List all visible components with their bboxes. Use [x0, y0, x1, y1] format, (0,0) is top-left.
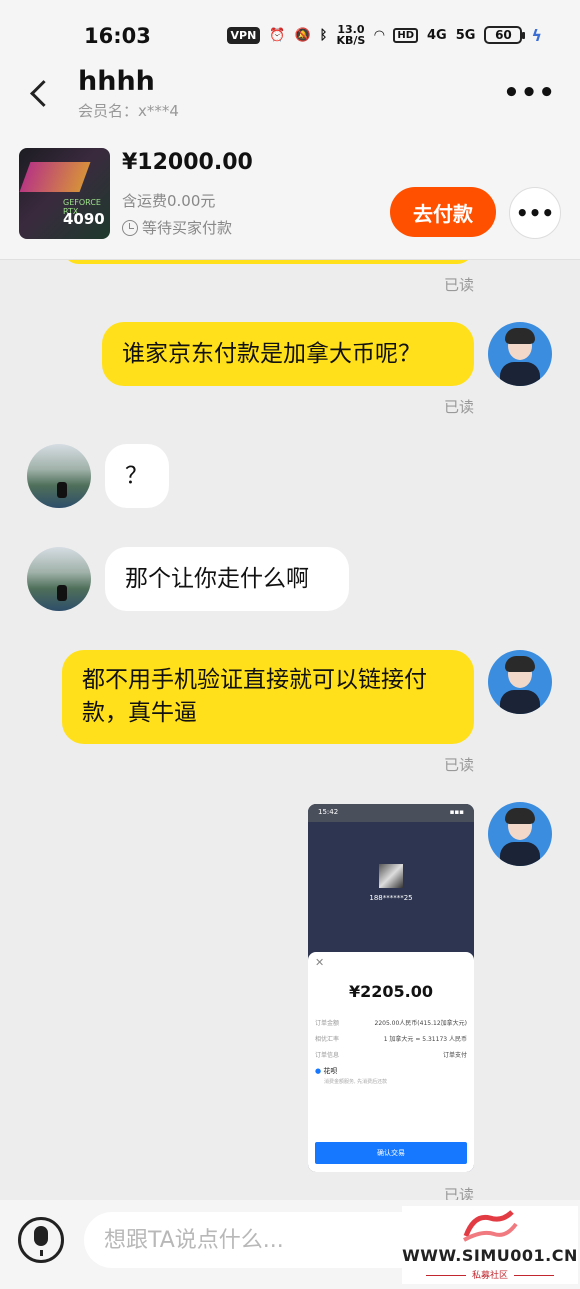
screenshot-avatar: [379, 864, 403, 888]
product-price: ¥12000.00: [122, 150, 253, 175]
message-bubble-contact[interactable]: ？: [105, 444, 169, 508]
bluetooth-icon: ᛒ: [319, 27, 328, 43]
mute-icon: 🔕: [294, 27, 311, 43]
my-avatar[interactable]: [488, 322, 552, 386]
thumbnail-model: 4090: [63, 210, 105, 228]
signal-4g-icon: 4G: [427, 27, 447, 43]
watermark-url: WWW.SIMU001.CN: [402, 1246, 578, 1265]
watermark: WWW.SIMU001.CN 私募社区: [402, 1206, 578, 1284]
read-receipt: 已读: [444, 1186, 475, 1200]
signal-5g-icon: 5G: [455, 27, 476, 43]
product-more-button[interactable]: •••: [509, 187, 561, 239]
huabei-icon: ●: [315, 1067, 322, 1075]
close-icon: ✕: [315, 956, 325, 969]
hd-icon: HD: [393, 27, 418, 43]
order-status: 等待买家付款: [122, 217, 232, 238]
wifi-icon: ◠: [374, 27, 385, 43]
vpn-icon: VPN: [226, 26, 261, 44]
product-thumbnail[interactable]: GEFORCE RTX 4090: [19, 148, 110, 239]
payment-amount: ¥2205.00: [348, 982, 433, 1001]
alarm-icon: ⏰: [269, 27, 286, 43]
my-avatar[interactable]: [488, 650, 552, 714]
product-card[interactable]: GEFORCE RTX 4090 ¥12000.00 含运费0.00元 等待买家…: [0, 136, 580, 260]
thumbnail-art: [19, 162, 91, 192]
screenshot-account: 188******25: [369, 894, 413, 902]
net-speed: 13.0 KB/S: [336, 23, 366, 47]
charging-icon: ϟ: [531, 25, 542, 45]
back-button[interactable]: [22, 74, 62, 114]
chat-header: hhhh 会员名：x***4 •••: [0, 56, 580, 136]
watermark-logo: [463, 1210, 518, 1242]
message-bubble-mine[interactable]: 都不用手机验证直接就可以链接付款，真牛逼: [62, 650, 474, 744]
clock-icon: [122, 219, 138, 236]
shipping-fee: 含运费0.00元: [122, 192, 216, 210]
status-icons: VPN ⏰ 🔕 ᛒ 13.0 KB/S ◠ HD 4G 5G 60 ϟ: [226, 23, 542, 47]
read-receipt: 已读: [444, 756, 475, 774]
screenshot-status-bar: 15:42 ▪▪▪: [308, 804, 474, 822]
payment-method-desc: 消费金额服务, 先消费后还款: [324, 1079, 388, 1085]
more-options-button[interactable]: •••: [503, 78, 556, 108]
watermark-subtitle: 私募社区: [402, 1268, 578, 1281]
my-avatar[interactable]: [488, 802, 552, 866]
message-bubble-contact[interactable]: 那个让你走什么啊: [105, 547, 349, 611]
contact-avatar[interactable]: [27, 444, 91, 508]
payment-row: 订单金额 2205.00人民币(415.12加拿大元): [315, 1020, 467, 1027]
chat-title: hhhh: [78, 66, 155, 97]
confirm-payment-button: 确认交易: [315, 1142, 467, 1164]
read-receipt: 已读: [444, 398, 475, 416]
microphone-button[interactable]: [18, 1217, 64, 1263]
contact-avatar[interactable]: [27, 547, 91, 611]
payment-row: 订单信息 订单支付: [315, 1052, 467, 1059]
image-message[interactable]: 15:42 ▪▪▪ 188******25 ✕ ¥2205.00 订单金额 2205…: [308, 804, 474, 1172]
message-bubble-mine[interactable]: 谁家京东付款是加拿大币呢？: [102, 322, 474, 386]
payment-method: ● 花呗: [315, 1067, 338, 1075]
message-bubble-partial[interactable]: [62, 260, 474, 264]
message-list[interactable]: 已读 谁家京东付款是加拿大币呢？ 已读 ？ 那个让你走什么啊 都不用手机验证直接…: [0, 260, 580, 1200]
status-time: 16:03: [84, 24, 151, 48]
payment-sheet: ✕ ¥2205.00 订单金额 2205.00人民币(415.12加拿大元) 相优…: [308, 952, 474, 1172]
battery-icon: 60: [484, 26, 526, 44]
order-status-text: 等待买家付款: [142, 219, 233, 237]
pay-button[interactable]: 去付款: [390, 187, 496, 237]
payment-row: 相优汇率 1 加拿大元 = 5.31173 人民币: [315, 1036, 467, 1043]
read-receipt: 已读: [444, 276, 475, 294]
member-name: 会员名：x***4: [78, 102, 179, 120]
